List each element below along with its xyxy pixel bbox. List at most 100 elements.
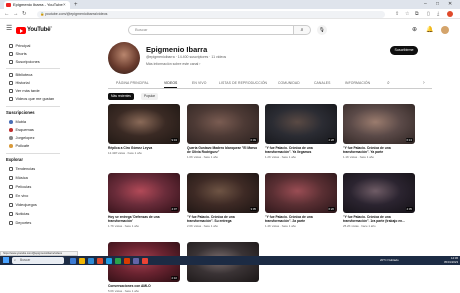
video-thumbnail[interactable]: 6:13 [343,104,415,144]
video-meta: 5.6K vistas · hace 1 año [108,289,140,293]
star-icon[interactable]: ☆ [405,9,409,19]
video-title[interactable]: Hoy se entrega 'Defensas de una transfor… [108,215,180,223]
video-title[interactable]: "Y fue Palacio. Crónica de una transform… [187,215,259,223]
video-thumbnail[interactable]: 4:05 [343,173,415,213]
subscribe-button[interactable]: Suscribirme [390,46,418,55]
video-meta: 1.7K vistas · hace 1 año [108,224,140,228]
tab-playlists[interactable]: LISTAS DE REPRODUCCIÓN [219,79,267,87]
create-icon[interactable]: ⊕ [412,25,417,35]
thumb-up-icon [9,97,13,101]
news-icon [9,212,13,216]
channel-search-icon[interactable]: ⌕ [387,79,390,87]
clock-date: 05/01/2023 [444,260,458,265]
home-icon [9,44,13,48]
excel-icon[interactable] [115,257,121,264]
notifications-bell-icon[interactable]: 🔔 [426,25,433,35]
extensions-icon[interactable]: ⧉ [415,9,419,19]
sidebar-divider [6,106,60,107]
video-duration: 6:20 [327,207,335,211]
taskbar-weather[interactable]: 20°C Nublado [380,256,399,265]
taskbar-clock[interactable]: 14:36 05/01/2023 [428,256,458,265]
video-title[interactable]: Réplica a Ciro Gómez Leyva [108,146,180,150]
play-triangle-icon [19,28,23,33]
channel-avatar[interactable] [108,42,140,74]
video-title[interactable]: "Y fue Palacio. Crónica de una transform… [343,146,415,154]
windows-start-icon[interactable] [3,257,9,263]
youtube-wordmark[interactable]: YouTube [27,26,51,35]
video-duration: 9:43 [170,138,178,142]
office-icon[interactable] [97,257,103,264]
tab-live[interactable]: EN VIVO [192,79,206,87]
hamburger-menu-icon[interactable]: ☰ [6,24,12,34]
video-thumbnail[interactable]: 9:43 [108,104,180,144]
edge-browser-icon[interactable] [88,257,94,264]
tab-channels[interactable]: CANALES [314,79,331,87]
video-thumbnail[interactable]: 3:05 [187,173,259,213]
video-duration: 4:05 [405,207,413,211]
close-window-button[interactable]: ✕ [448,0,452,9]
user-avatar[interactable] [441,26,449,34]
powerpoint-icon[interactable] [124,257,130,264]
chip-popular[interactable]: Popular [141,93,158,100]
video-duration: 2:28 [327,138,335,142]
subscriptions-icon [9,60,13,64]
tabs-scroll-right-icon[interactable]: › [423,79,425,87]
maximize-button[interactable]: □ [436,0,439,9]
tab-close-icon[interactable]: × [63,1,66,9]
video-meta: 25.2K vistas · hace 1 año [343,224,376,228]
channel-description-link[interactable]: Más información sobre este canal › [146,62,200,67]
task-view-icon[interactable] [70,257,76,264]
sidebar-toggle-icon[interactable]: ▯ [427,9,430,19]
video-meta: 1.1K vistas · hace 1 año [343,155,375,159]
search-input[interactable]: Buscar [128,25,294,35]
sidebar-divider [6,68,60,69]
minimize-button[interactable]: – [424,0,427,9]
gaming-icon [9,203,13,207]
video-thumbnail[interactable]: 2:28 [265,104,337,144]
video-title[interactable]: "Y fue Palacio. Crónica de una transform… [265,215,337,223]
video-thumbnail[interactable]: 4:07 [108,173,180,213]
downloads-icon[interactable]: ⤓ [437,9,439,19]
voice-search-button[interactable]: 🎙 [317,25,327,35]
music-icon [9,176,13,180]
channel-avatar-icon [9,120,13,124]
tab-videos[interactable]: VIDEOS [164,79,178,88]
video-title[interactable]: Conversaciones con AMLO [108,284,180,288]
channel-tabs [108,79,432,89]
new-tab-button[interactable]: + [74,1,78,9]
video-thumbnail[interactable]: 6:20 [265,173,337,213]
video-thumbnail[interactable]: 6:09 [187,104,259,144]
file-explorer-icon[interactable] [79,257,85,264]
channel-avatar-icon [9,136,13,140]
channel-name: Epigmenio Ibarra [146,45,208,54]
chrome-icon[interactable] [142,257,148,264]
video-meta: 12.428 vistas · hace 1 año [108,151,142,155]
library-icon [9,73,13,77]
youtube-favicon-icon [6,3,11,7]
share-icon[interactable]: ⇪ [395,9,399,19]
tab-about[interactable]: INFORMACIÓN [345,79,370,87]
video-meta: 1.6K vistas · hace 1 año [187,155,219,159]
teams-icon[interactable] [133,257,139,264]
subscriptions-heading: Suscripciones [6,110,35,115]
sidebar-divider [6,153,60,154]
browser-profile-avatar[interactable] [447,11,453,17]
reload-icon[interactable]: ↻ [22,9,27,19]
sports-icon [9,221,13,225]
video-title[interactable]: Quería Gustavo Madero blanquear "El Mars… [187,146,259,154]
mail-icon[interactable] [106,257,112,264]
browser-tab[interactable]: Epigmenio Ibarra - YouTube [4,1,70,9]
address-bar[interactable]: youtube.com/@epigmenioibarra/videos [37,11,385,18]
tab-community[interactable]: COMUNIDAD [278,79,300,87]
back-icon[interactable]: ← [4,9,10,19]
country-code: MX [48,25,53,29]
taskbar-search-input[interactable]: Buscar [12,257,64,264]
forward-icon[interactable]: → [13,9,19,19]
video-title[interactable]: "Y fue Palacio. Crónica de una transform… [265,146,337,154]
tab-home[interactable]: PÁGINA PRINCIPAL [116,79,149,87]
search-button[interactable]: ⌕ [294,25,311,35]
video-title[interactable]: "Y fue Palacio. Crónica de una transform… [343,215,415,223]
chip-recent[interactable]: Más recientes [108,93,134,100]
video-duration: 6:13 [405,138,413,142]
channel-avatar-icon [9,144,13,148]
